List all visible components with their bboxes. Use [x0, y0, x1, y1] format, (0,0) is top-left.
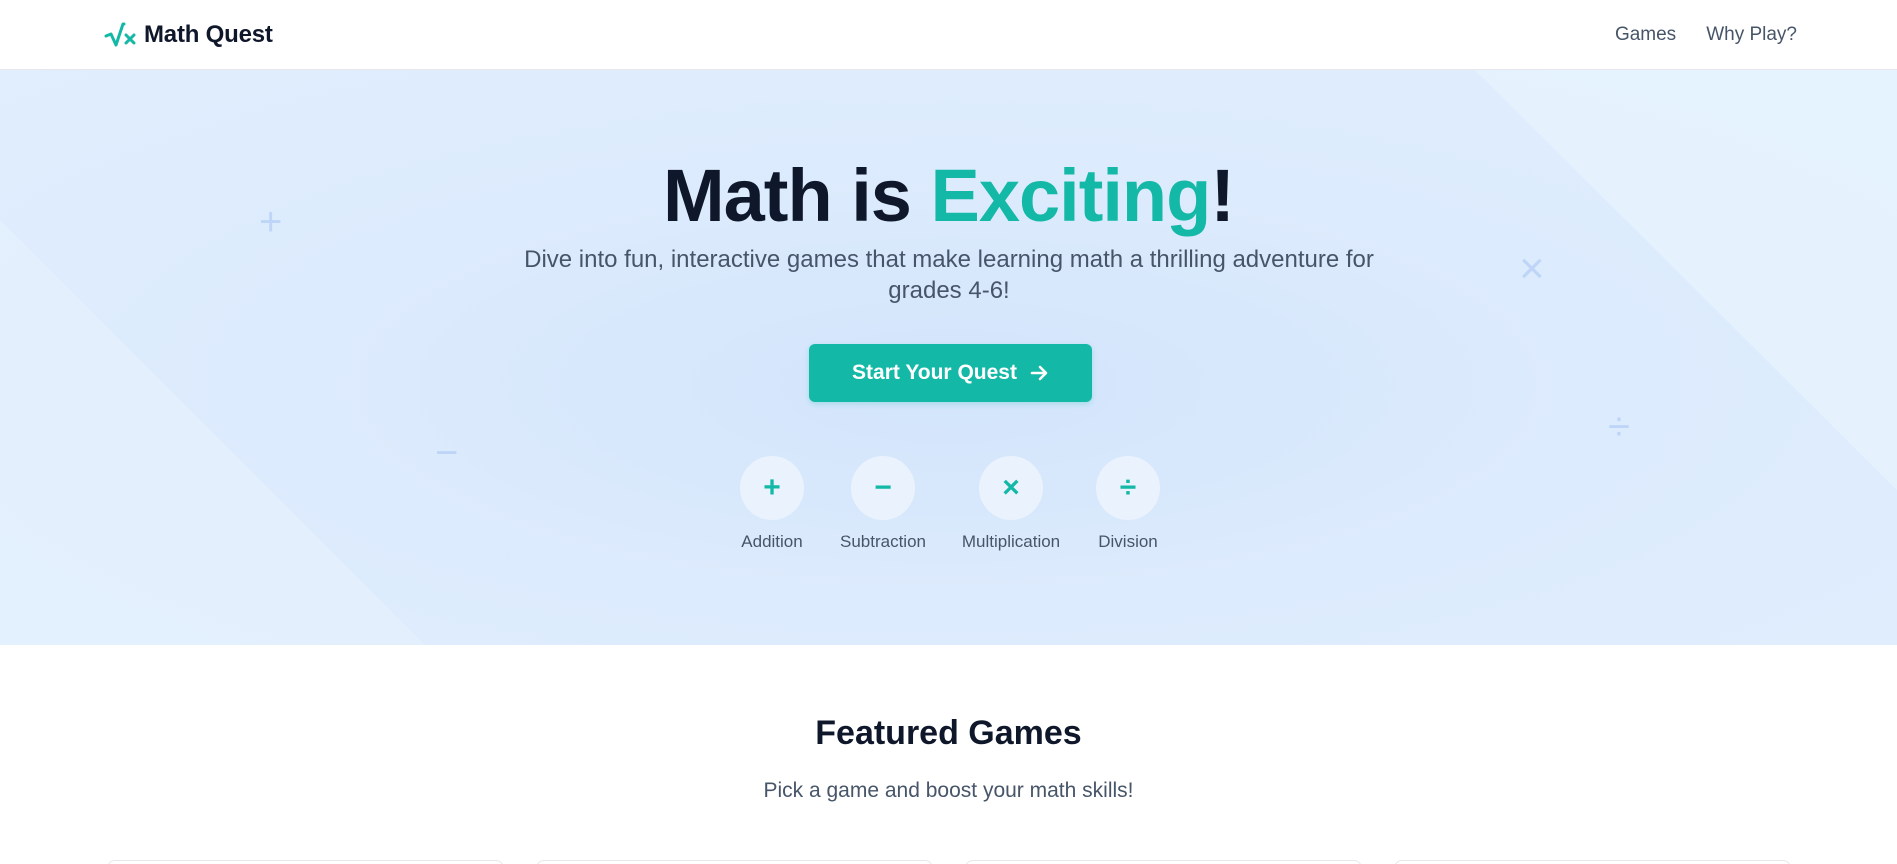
brand-name: Math Quest — [144, 20, 273, 48]
minus-icon: − — [851, 456, 915, 520]
game-card[interactable] — [536, 860, 933, 864]
plus-icon: + — [740, 456, 804, 520]
operation-label: Subtraction — [840, 532, 926, 551]
brand-link[interactable]: Math Quest — [104, 21, 273, 49]
hero-section: + − × ÷ Math is Exciting! Dive into fun,… — [0, 70, 1897, 645]
hero-title: Math is Exciting! — [0, 152, 1897, 240]
site-header: Math Quest Games Why Play? — [0, 0, 1897, 70]
operation-label: Division — [1098, 532, 1158, 551]
hero-content: Math is Exciting! Dive into fun, interac… — [0, 70, 1897, 645]
hero-title-prefix: Math is — [663, 154, 931, 237]
main-nav: Games Why Play? — [1615, 24, 1797, 46]
times-icon: × — [979, 456, 1043, 520]
operation-subtraction[interactable]: − Subtraction — [818, 456, 948, 552]
hero-title-suffix: ! — [1210, 154, 1235, 237]
featured-games-title: Featured Games — [815, 714, 1082, 752]
sqrt-x-icon — [104, 22, 136, 46]
operations-list: + Addition − Subtraction × Multiplicatio… — [0, 456, 1897, 566]
start-quest-button[interactable]: Start Your Quest — [809, 344, 1092, 402]
game-card[interactable] — [107, 860, 504, 864]
start-quest-label: Start Your Quest — [852, 361, 1017, 384]
nav-link-why-play[interactable]: Why Play? — [1706, 24, 1797, 46]
arrow-right-icon — [1030, 365, 1048, 381]
game-card[interactable] — [965, 860, 1362, 864]
game-card[interactable] — [1394, 860, 1791, 864]
divide-icon: ÷ — [1096, 456, 1160, 520]
nav-link-games[interactable]: Games — [1615, 24, 1676, 46]
hero-title-accent: Exciting — [930, 154, 1211, 237]
operation-division[interactable]: ÷ Division — [1063, 456, 1193, 552]
hero-subtitle: Dive into fun, interactive games that ma… — [524, 246, 1374, 304]
operation-multiplication[interactable]: × Multiplication — [946, 456, 1076, 552]
operation-label: Multiplication — [961, 532, 1061, 551]
featured-games-subtitle: Pick a game and boost your math skills! — [763, 779, 1134, 802]
